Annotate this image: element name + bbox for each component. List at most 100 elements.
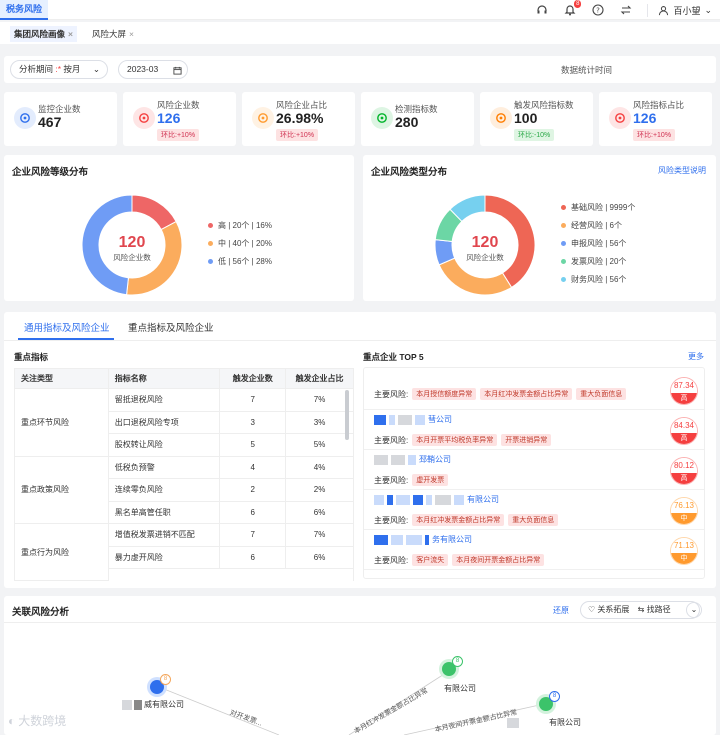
tab-risk-screen[interactable]: 风险大屏 ×: [88, 26, 138, 42]
app-brand-tab[interactable]: 税务风险: [0, 0, 49, 20]
indicator-name-cell: 增值税发票进销不匹配: [107, 523, 221, 547]
company-name-link[interactable]: 邳鞘公司: [374, 454, 451, 465]
legend-label: 中 | 40个 | 20%: [218, 238, 272, 248]
column-header[interactable]: 关注类型: [14, 368, 109, 389]
trigger-count-cell: 2: [219, 478, 287, 502]
risk-tag: 虚开发票: [412, 474, 449, 486]
main-risk-line: 主要风险: 本月红冲发票金额占比异常 重大负面信息: [374, 514, 559, 526]
donut-slice[interactable]: [131, 194, 177, 231]
top5-item[interactable]: 邳鞘公司 主要风险: 虚开发票 80.12 高: [364, 450, 704, 490]
main-risk-line: 主要风险: 客户流失 本月夜间开票金额占比异常: [374, 554, 545, 566]
switch-icon[interactable]: [619, 3, 633, 17]
panel-title: 企业风险类型分布: [371, 167, 448, 178]
risk-level: 中: [671, 553, 697, 564]
company-name-link[interactable]: 彗公司: [374, 414, 452, 425]
legend-dot-icon: [561, 204, 566, 210]
help-icon[interactable]: ?: [591, 3, 605, 17]
table-row[interactable]: 重点环节风险 留抵退税风险 7 7%: [14, 388, 354, 457]
risk-tag: 本月夜间开票金额占比异常: [452, 554, 545, 566]
kpi-card: 检测指标数 280: [361, 92, 474, 146]
period-label: 分析期间: [19, 64, 54, 74]
indicator-name-cell: 留抵退税风险: [107, 388, 221, 412]
user-menu[interactable]: 百小望 ⌄: [647, 3, 712, 17]
trigger-count-cell: 7: [219, 388, 287, 412]
legend-item[interactable]: 财务风险 | 56个: [561, 270, 635, 288]
watermark: ◐ 大数跨境: [8, 712, 66, 729]
table-scrollbar[interactable]: [345, 390, 349, 440]
tab-general-indicators[interactable]: 通用指标及风险企业: [24, 320, 110, 334]
node-name: 有限公司: [549, 718, 581, 727]
node-badge: 8: [549, 691, 560, 702]
redacted-block: [415, 414, 425, 425]
donut-center-label: 风险企业数: [113, 252, 151, 262]
top5-item[interactable]: 有限公司 主要风险: 本月红冲发票金额占比异常 重大负面信息 76.13 中: [364, 490, 704, 530]
risk-type-help-link[interactable]: 风险类型说明: [658, 165, 706, 176]
tab-label: 风险大屏: [92, 29, 127, 39]
risk-tag: 开票进销异常: [501, 434, 552, 446]
kpi-value: 126: [157, 110, 181, 126]
date-value: 2023-03: [127, 64, 159, 74]
legend-item[interactable]: 经营风险 | 6个: [561, 216, 635, 234]
company-name: 邳鞘公司: [419, 455, 451, 464]
top5-item[interactable]: 主要风险: 本月授信额度异常 本月红冲发票金额占比异常 重大负面信息 87.34 高: [364, 370, 704, 410]
risk-score: 84.34: [671, 418, 697, 433]
redacted-block: [425, 534, 429, 545]
legend-item[interactable]: 基础风险 | 9999个: [561, 198, 635, 216]
legend-item[interactable]: 中 | 40个 | 20%: [208, 234, 272, 252]
date-picker[interactable]: 2023-03: [118, 60, 188, 79]
column-header[interactable]: 触发企业数: [219, 368, 287, 389]
company-name-link[interactable]: 有限公司: [374, 494, 499, 505]
table-cell: [107, 568, 355, 581]
top5-title: 重点企业 TOP 5: [363, 352, 424, 362]
redacted-block: [374, 454, 388, 465]
donut-center-label: 风险企业数: [466, 252, 504, 262]
redacted-block: [389, 414, 395, 425]
donut-slice[interactable]: [438, 257, 513, 296]
more-link[interactable]: 更多: [688, 351, 704, 362]
kpi-value: 26.98%: [276, 110, 324, 126]
alert-icon: [490, 107, 512, 129]
top5-item[interactable]: 务有限公司 主要风险: 客户流失 本月夜间开票金额占比异常 71.13 中: [364, 530, 704, 570]
company-name-link[interactable]: 务有限公司: [374, 534, 472, 545]
page-tabs: 集团风险画像 × 风险大屏 ×: [0, 22, 720, 44]
table-row[interactable]: 重点行为风险 增值税发票进销不匹配 7 7%: [14, 523, 354, 581]
node-badge: 8: [160, 674, 171, 685]
close-icon[interactable]: ×: [129, 29, 134, 39]
main-risk-label: 主要风险:: [374, 515, 409, 525]
indicator-name-cell: 低税负预警: [107, 455, 221, 479]
trigger-ratio-cell: 2%: [285, 478, 354, 502]
headset-icon[interactable]: [535, 3, 549, 17]
company-name: 务有限公司: [432, 535, 472, 544]
tab-group-risk-profile[interactable]: 集团风险画像 ×: [10, 26, 77, 42]
legend-item[interactable]: 高 | 20个 | 16%: [208, 216, 272, 234]
redacted-block: [391, 534, 403, 545]
period-select[interactable]: 分析期间 :* 按月 ⌄: [10, 60, 108, 79]
flask-icon: [371, 107, 393, 129]
main-risk-line: 主要风险: 虚开发票: [374, 474, 449, 486]
column-header[interactable]: 触发企业占比: [285, 368, 354, 389]
legend-item[interactable]: 低 | 56个 | 28%: [208, 252, 272, 270]
legend-item[interactable]: 申报风险 | 56个: [561, 234, 635, 252]
close-icon[interactable]: ×: [68, 29, 73, 39]
legend-label: 基础风险 | 9999个: [571, 202, 636, 212]
indicator-name-cell: 连续零负风险: [107, 478, 221, 502]
table-row[interactable]: 重点政策风险 低税负预警 4 4%: [14, 455, 354, 524]
table-header-row: 关注类型 指标名称 触发企业数 触发企业占比: [14, 368, 354, 389]
main-risk-label: 主要风险:: [374, 435, 409, 445]
main-risk-label: 主要风险:: [374, 475, 409, 485]
trigger-ratio-cell: 7%: [285, 388, 354, 412]
kpi-card: 风险企业数 126 环比:+10%: [123, 92, 236, 146]
calendar-icon: [173, 64, 182, 81]
period-value: 按月: [63, 64, 81, 74]
bell-icon[interactable]: 8: [563, 0, 582, 17]
top-bar: 税务风险 8 ? 百小望 ⌄: [0, 0, 720, 20]
legend-item[interactable]: 发票风险 | 20个: [561, 252, 635, 270]
risk-score: 80.12: [671, 458, 697, 473]
graph-edges: [163, 670, 545, 735]
gauge-icon: [609, 107, 631, 129]
top5-item[interactable]: 彗公司 主要风险: 本月开票平均税负率异常 开票进销异常 84.34 高: [364, 410, 704, 450]
column-header[interactable]: 指标名称: [107, 368, 221, 389]
tab-key-indicators[interactable]: 重点指标及风险企业: [128, 320, 214, 334]
kpi-value: 280: [395, 114, 419, 130]
kpi-card: 风险指标占比 126 环比:+10%: [599, 92, 712, 146]
